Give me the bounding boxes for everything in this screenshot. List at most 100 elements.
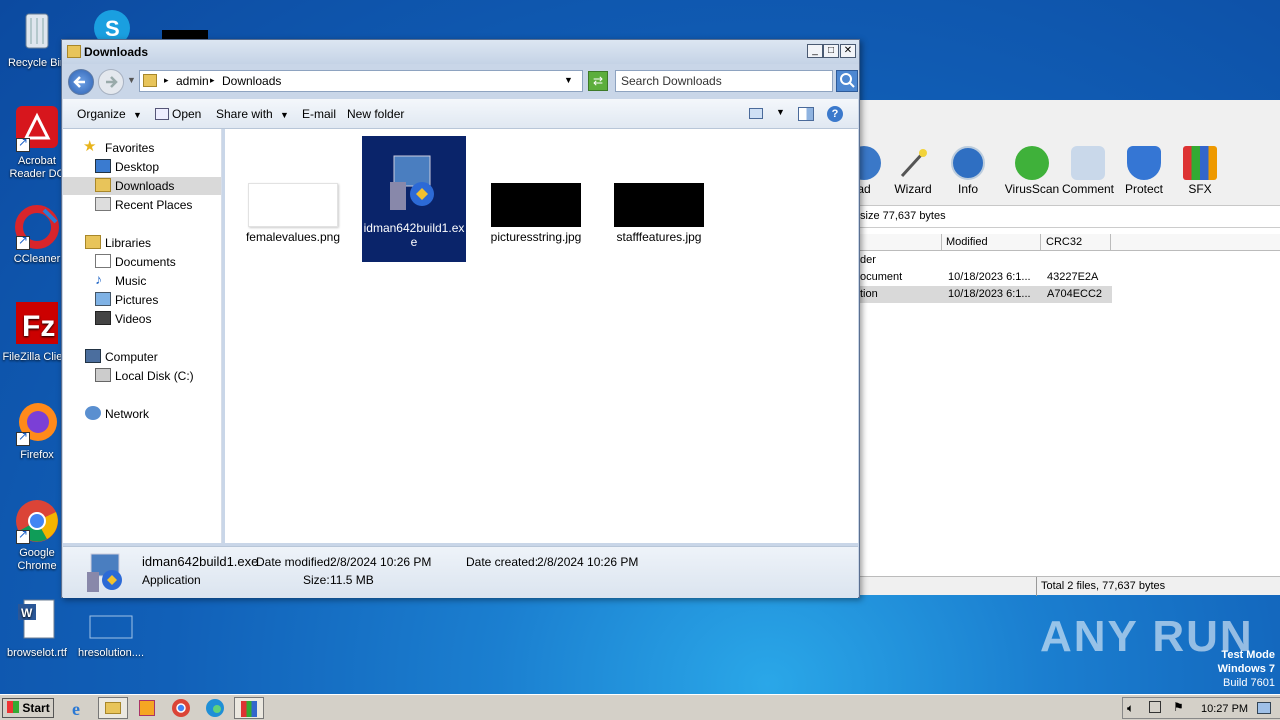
desktop-icon — [95, 159, 111, 173]
nav-pictures[interactable]: Pictures — [63, 291, 221, 309]
svg-text:Fz: Fz — [22, 310, 55, 343]
forward-arrow-icon — [106, 76, 118, 88]
nav-music[interactable]: ♪ Music — [63, 271, 221, 290]
organize-button[interactable]: Organize ▼ — [77, 107, 142, 121]
title-bar[interactable]: Downloads _ □ ✕ — [62, 40, 859, 64]
close-button[interactable]: ✕ — [840, 44, 856, 58]
address-bar-row: ▼ ▸ admin ▸ Downloads ▼ ⇄ Search Downloa… — [66, 67, 858, 97]
table-row[interactable]: tion 10/18/2023 6:1... A704ECC2 — [858, 286, 1112, 303]
winrar-wizard-button[interactable]: Wizard — [883, 146, 943, 196]
svg-text:W: W — [21, 606, 33, 620]
forward-button[interactable] — [98, 69, 124, 95]
search-input[interactable]: Search Downloads — [615, 70, 833, 92]
ie-icon[interactable]: e — [68, 697, 90, 719]
desktop-icon-label: Firefox — [20, 449, 54, 461]
chrome-icon — [14, 498, 60, 544]
new-folder-button[interactable]: New folder — [347, 107, 404, 121]
file-name-line: e — [410, 235, 418, 249]
documents-icon — [95, 254, 111, 268]
svg-text:S: S — [105, 16, 120, 41]
back-button[interactable] — [68, 69, 94, 95]
breadcrumb-separator-icon[interactable]: ▸ — [210, 75, 215, 86]
chevron-down-icon: ▼ — [133, 110, 142, 120]
nav-downloads[interactable]: Downloads — [63, 177, 221, 195]
winrar-virusscan-button[interactable]: VirusScan — [1002, 146, 1062, 196]
edge-icon[interactable] — [204, 697, 226, 719]
desktop-icon-label: Acrobat Reader DC — [9, 155, 65, 180]
breadcrumb-downloads[interactable]: Downloads — [222, 74, 281, 88]
details-file-type: Application — [142, 573, 201, 587]
winrar-comment-button[interactable]: Comment — [1058, 146, 1118, 196]
email-button[interactable]: E-mail — [302, 107, 336, 121]
nav-computer[interactable]: Computer — [63, 348, 221, 366]
winrar-protect-button[interactable]: Protect — [1114, 146, 1174, 196]
nav-network[interactable]: Network — [63, 405, 221, 423]
start-button[interactable]: Start — [2, 698, 54, 718]
winrar-info-button[interactable]: Info — [938, 146, 998, 196]
refresh-button[interactable]: ⇄ — [588, 71, 608, 91]
column-modified[interactable]: Modified — [946, 236, 988, 248]
share-with-button[interactable]: Share with ▼ — [216, 107, 289, 121]
winrar-sfx-button[interactable]: SFX — [1170, 146, 1230, 196]
minimize-button[interactable]: _ — [807, 44, 823, 58]
table-row[interactable]: der — [858, 252, 1280, 269]
address-box[interactable]: ▸ admin ▸ Downloads ▼ — [139, 70, 583, 92]
videos-icon — [95, 311, 111, 325]
column-divider — [941, 234, 942, 251]
view-dropdown-icon[interactable]: ▼ — [776, 107, 785, 117]
open-button[interactable]: Open — [155, 107, 201, 121]
address-dropdown-icon[interactable]: ▼ — [564, 75, 573, 85]
file-item-selected[interactable]: idman642build1.ex e — [362, 136, 466, 262]
maximize-button[interactable]: □ — [823, 44, 839, 58]
nav-documents[interactable]: Documents — [63, 253, 221, 271]
drive-icon — [95, 368, 111, 382]
file-item[interactable]: femalevalues.png — [241, 183, 345, 244]
preview-pane-icon[interactable] — [798, 107, 814, 121]
file-list: femalevalues.png idman642build1.ex e pic… — [225, 129, 858, 543]
change-view-icon[interactable] — [749, 108, 763, 119]
nav-libraries[interactable]: Libraries — [63, 234, 221, 252]
speaker-icon[interactable]: 🔈︎ — [1127, 701, 1134, 716]
network-tray-icon[interactable] — [1149, 701, 1161, 713]
column-crc32[interactable]: CRC32 — [1046, 236, 1082, 248]
flag-icon[interactable]: ⚑ — [1173, 700, 1184, 714]
file-item[interactable]: picturesstring.jpg — [484, 183, 588, 244]
details-created-value: 2/8/2024 10:26 PM — [537, 555, 639, 569]
search-button[interactable] — [836, 70, 858, 92]
sfx-books-icon — [1183, 146, 1217, 180]
desktop-icon-label: browselot.rtf — [7, 647, 67, 659]
chrome-taskbar-icon[interactable] — [170, 697, 192, 719]
back-arrow-icon — [73, 76, 85, 88]
help-icon[interactable]: ? — [827, 106, 843, 122]
nav-videos[interactable]: Videos — [63, 310, 221, 328]
desktop-icon-browselot[interactable]: W browselot.rtf — [0, 598, 74, 660]
breadcrumb-separator-icon[interactable]: ▸ — [164, 75, 169, 86]
clock[interactable]: 10:27 PM — [1201, 703, 1248, 715]
nav-desktop[interactable]: Desktop — [63, 158, 221, 176]
window-title: Downloads — [84, 45, 149, 59]
breadcrumb-admin[interactable]: admin — [176, 74, 209, 88]
computer-icon — [85, 349, 101, 363]
media-player-icon[interactable] — [136, 697, 158, 719]
winrar-window: ad Wizard Info VirusScan Comment Protect… — [847, 100, 1280, 596]
wizard-icon — [896, 146, 930, 180]
table-row[interactable]: ocument 10/18/2023 6:1... 43227E2A — [858, 269, 1280, 286]
star-icon: ★ — [83, 138, 97, 155]
firefox-icon — [14, 400, 60, 446]
winrar-status-bar: Total 2 files, 77,637 bytes — [858, 576, 1280, 596]
file-item[interactable]: stafffeatures.jpg — [607, 183, 711, 244]
nav-local-disk[interactable]: Local Disk (C:) — [63, 367, 221, 385]
details-file-name: idman642build1.exe — [142, 554, 259, 569]
details-modified-value: 2/8/2024 10:26 PM — [330, 555, 432, 569]
svg-text:e: e — [72, 699, 80, 719]
nav-favorites[interactable]: ★ Favorites — [63, 138, 221, 157]
nav-recent-places[interactable]: Recent Places — [63, 196, 221, 214]
blank-file-icon — [88, 598, 134, 644]
history-dropdown-icon[interactable]: ▼ — [127, 75, 136, 85]
winrar-taskbar-icon[interactable] — [234, 697, 264, 719]
explorer-taskbar-icon[interactable] — [98, 697, 128, 719]
desktop-icon-hresolution[interactable]: hresolution.... — [74, 598, 148, 660]
file-name-line: idman642build1.ex — [363, 221, 465, 235]
show-desktop-icon[interactable] — [1257, 702, 1271, 714]
libraries-icon — [85, 235, 101, 249]
